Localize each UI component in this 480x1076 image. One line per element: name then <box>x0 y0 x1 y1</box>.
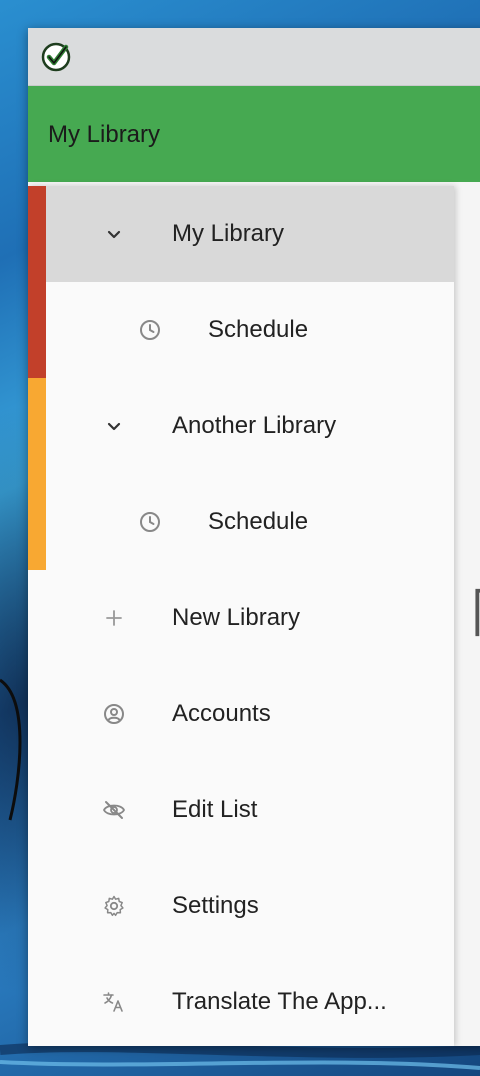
drawer-item-label: Settings <box>172 892 259 919</box>
drawer-item-label: Edit List <box>172 796 258 823</box>
translate-icon <box>102 990 126 1014</box>
drawer-item-edit-list[interactable]: Edit List <box>46 762 454 858</box>
app-bar: My Library <box>28 86 480 182</box>
checkmark-logo-icon <box>41 42 71 72</box>
gear-icon <box>102 894 126 918</box>
drawer-item-translate[interactable]: Translate The App... <box>46 954 454 1046</box>
drawer-item-schedule-another-library[interactable]: Schedule <box>46 474 454 570</box>
drawer-item-schedule-my-library[interactable]: Schedule <box>46 282 454 378</box>
drawer-item-label: Schedule <box>208 316 309 343</box>
library-color-strip-another-library <box>28 378 46 570</box>
app-window: My Library ⎡ My Library Schedule Another… <box>28 28 480 1046</box>
drawer-item-my-library[interactable]: My Library <box>46 186 454 282</box>
drawer-item-accounts[interactable]: Accounts <box>46 666 454 762</box>
window-titlebar <box>28 28 480 86</box>
drawer-item-label: Schedule <box>208 508 309 535</box>
eye-off-icon <box>102 798 126 822</box>
drawer-item-label: Translate The App... <box>172 988 387 1015</box>
navigation-drawer: My Library Schedule Another Library Sche… <box>28 186 454 1046</box>
drawer-item-new-library[interactable]: New Library <box>46 570 454 666</box>
drawer-item-label: Another Library <box>172 412 337 439</box>
clock-icon <box>138 510 162 534</box>
drawer-item-settings[interactable]: Settings <box>46 858 454 954</box>
drawer-item-label: Accounts <box>172 700 271 727</box>
drawer-item-another-library[interactable]: Another Library <box>46 378 454 474</box>
plus-icon <box>102 606 126 630</box>
drawer-item-label: New Library <box>172 604 301 631</box>
chevron-down-icon[interactable] <box>102 222 126 246</box>
drawer-item-label: My Library <box>172 220 285 247</box>
clock-icon <box>138 318 162 342</box>
chevron-down-icon[interactable] <box>102 414 126 438</box>
content-partial-glyph: ⎡ <box>472 590 480 636</box>
library-color-strip-my-library <box>28 186 46 378</box>
account-circle-icon <box>102 702 126 726</box>
page-title: My Library <box>48 121 161 148</box>
